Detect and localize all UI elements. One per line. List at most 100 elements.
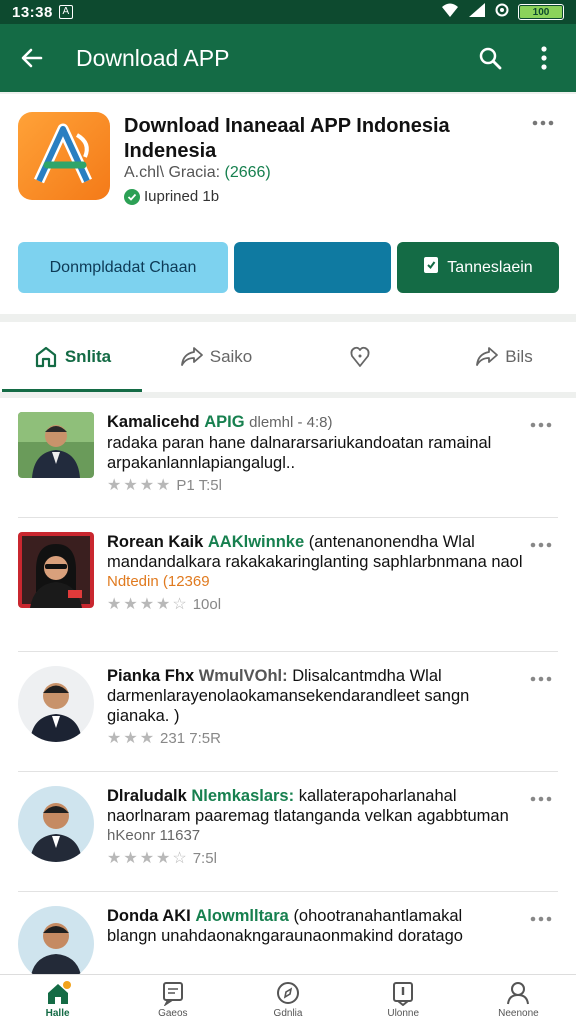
post-body: Pianka Fhx WmulVOhl: Dlisalcantmdha Wlal… bbox=[107, 666, 527, 749]
post-tag: AAKlwinnke bbox=[207, 533, 305, 551]
post-more-button[interactable] bbox=[530, 536, 552, 554]
chat-icon bbox=[162, 982, 183, 1006]
app-bar: Download APP bbox=[0, 24, 576, 92]
battery-icon: 100 bbox=[518, 4, 564, 20]
nav-label: Ulonne bbox=[387, 1008, 420, 1019]
tab-snlita[interactable]: Snlita bbox=[0, 322, 144, 392]
review-feed: Kamalicehd APIG dlemhl - 4:8) radaka par… bbox=[0, 398, 576, 974]
share-icon bbox=[476, 347, 499, 366]
list-item[interactable]: Pianka Fhx WmulVOhl: Dlisalcantmdha Wlal… bbox=[18, 652, 558, 772]
post-author: Dlraludalk bbox=[107, 787, 187, 805]
app-meta: A.chl\ Gracia: (2666) bbox=[124, 164, 271, 182]
tab-bils[interactable]: Bils bbox=[432, 322, 576, 392]
more-horizontal-icon bbox=[530, 796, 552, 802]
post-text: blangn unahdaonakngaraunaonmakind dorata… bbox=[107, 927, 463, 945]
tab-label: Snlita bbox=[64, 347, 112, 366]
post-rating: ★★★★☆ 10ol bbox=[107, 595, 527, 615]
home-icon bbox=[35, 346, 56, 368]
post-author: Pianka Fhx bbox=[107, 667, 195, 685]
post-more-button[interactable] bbox=[530, 670, 552, 688]
post-rating-text: 10ol bbox=[192, 596, 222, 613]
post-rating-text: 7:5l bbox=[192, 850, 217, 867]
nav-explore[interactable]: Gdnlia bbox=[230, 975, 345, 1024]
tab-saiko[interactable]: Saiko bbox=[144, 322, 288, 392]
signal-icon bbox=[468, 2, 486, 22]
install-button[interactable]: Tanneslaein bbox=[397, 242, 559, 293]
app-name: Download Inaneaal APP Indonesia Indenesi… bbox=[124, 115, 450, 162]
post-meta: (ohootranahantlamakal bbox=[293, 907, 463, 925]
bottom-navigation: Halle Gaeos Gdnlia Ulonne Neenone bbox=[0, 974, 576, 1024]
list-item[interactable]: Kamalicehd APIG dlemhl - 4:8) radaka par… bbox=[18, 398, 558, 518]
post-more-button[interactable] bbox=[530, 416, 552, 434]
nav-chat[interactable]: Gaeos bbox=[115, 975, 230, 1024]
nav-alerts[interactable]: Ulonne bbox=[346, 975, 461, 1024]
secondary-button[interactable] bbox=[234, 242, 391, 293]
more-horizontal-icon bbox=[530, 916, 552, 922]
nav-label: Halle bbox=[45, 1008, 70, 1019]
post-author: Rorean Kaik bbox=[107, 533, 204, 551]
post-author: Donda AKI bbox=[107, 907, 191, 925]
share-icon bbox=[180, 347, 203, 366]
tab-label: Bils bbox=[505, 347, 533, 366]
post-sub: hKeonr 11637 bbox=[107, 827, 201, 844]
app-logo bbox=[18, 112, 110, 200]
more-vertical-icon bbox=[541, 46, 547, 70]
post-tag: Alowmlltara bbox=[195, 907, 289, 925]
post-rating-text: 231 7:5R bbox=[160, 730, 221, 747]
post-meta: dlemhl - 4:8) bbox=[249, 414, 333, 431]
more-horizontal-icon bbox=[530, 422, 552, 428]
arrow-left-icon bbox=[21, 48, 43, 68]
search-button[interactable] bbox=[472, 40, 508, 76]
star-rating: ★★★★☆ bbox=[107, 596, 189, 613]
post-sub: Ndtedin (12369 bbox=[107, 573, 210, 590]
nav-profile[interactable]: Neenone bbox=[461, 975, 576, 1024]
post-author: Kamalicehd bbox=[107, 413, 200, 431]
profile-icon bbox=[507, 982, 530, 1005]
install-icon bbox=[423, 256, 439, 279]
card-more-button[interactable] bbox=[532, 114, 554, 132]
page-title: Download APP bbox=[76, 44, 230, 71]
verified-row: Iuprined 1b bbox=[124, 188, 219, 205]
download-button[interactable]: Donmpldadat Chaan bbox=[18, 242, 228, 293]
post-text: radaka paran hane dalnararsariukandoatan… bbox=[107, 434, 492, 472]
avatar bbox=[18, 412, 94, 478]
tab-label: Saiko bbox=[209, 347, 253, 366]
search-icon bbox=[479, 47, 502, 70]
post-more-button[interactable] bbox=[530, 790, 552, 808]
list-item[interactable]: Rorean Kaik AAKlwinnke (antenanonendha W… bbox=[18, 518, 558, 652]
heart-icon bbox=[350, 346, 370, 367]
list-item[interactable]: Dlraludalk Nlemkaslars: kallaterapoharla… bbox=[18, 772, 558, 892]
post-meta: kallaterapoharlanahal bbox=[298, 787, 457, 805]
avatar bbox=[18, 786, 94, 862]
tab-favorite[interactable] bbox=[288, 322, 432, 392]
post-rating-text: P1 T:5l bbox=[176, 477, 222, 494]
nav-label: Neenone bbox=[498, 1008, 539, 1019]
nav-label: Gdnlia bbox=[273, 1008, 303, 1019]
avatar bbox=[18, 666, 94, 742]
post-body: Kamalicehd APIG dlemhl - 4:8) radaka par… bbox=[107, 412, 527, 496]
more-horizontal-icon bbox=[530, 542, 552, 548]
post-tag: WmulVOhl: bbox=[198, 667, 288, 685]
post-meta: (antenanonendha Wlal bbox=[308, 533, 475, 551]
sync-icon bbox=[494, 2, 510, 22]
app-bar-actions bbox=[472, 40, 562, 76]
list-item[interactable]: Donda AKI Alowmlltara (ohootranahantlama… bbox=[18, 892, 558, 974]
post-tag: APIG bbox=[204, 413, 245, 431]
avatar bbox=[18, 532, 94, 608]
post-rating: ★★★ 231 7:5R bbox=[107, 729, 527, 749]
nav-home[interactable]: Halle bbox=[0, 975, 115, 1024]
post-more-button[interactable] bbox=[530, 910, 552, 928]
check-icon bbox=[124, 188, 140, 205]
home-icon bbox=[47, 981, 71, 1004]
back-button[interactable] bbox=[14, 40, 50, 76]
post-text: mandandalkara rakakakaringlanting saphla… bbox=[107, 553, 523, 571]
post-tag: Nlemkaslars: bbox=[191, 787, 295, 805]
post-rating: ★★★★☆ 7:5l bbox=[107, 849, 527, 869]
overflow-menu-button[interactable] bbox=[526, 40, 562, 76]
status-bar: 13:38 A 100 bbox=[0, 0, 576, 24]
post-body: Dlraludalk Nlemkaslars: kallaterapoharla… bbox=[107, 786, 527, 869]
app-meta-count: (2666) bbox=[224, 164, 271, 181]
tab-bar: Snlita Saiko Bils bbox=[0, 322, 576, 392]
app-card: Download Inaneaal APP Indonesia Indenesi… bbox=[0, 94, 576, 314]
post-meta: Dlisalcantmdha Wlal bbox=[292, 667, 442, 685]
